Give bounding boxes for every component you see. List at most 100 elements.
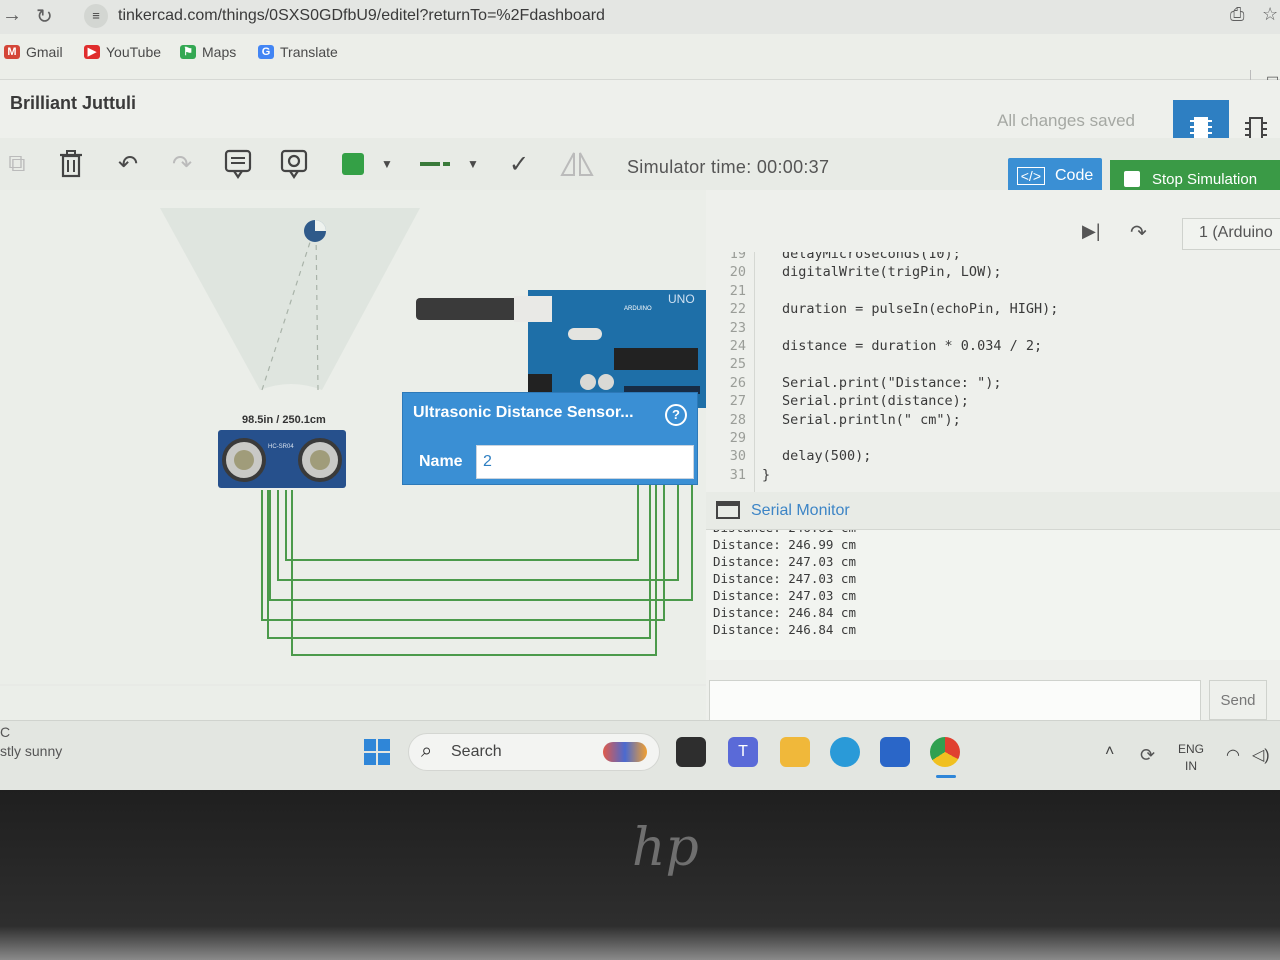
- delete-icon[interactable]: [56, 146, 86, 182]
- code-panel: ▶| ↷ 1 (Arduino 19 delayMicroseconds(10);…: [706, 190, 1280, 724]
- step-play-icon[interactable]: ▶|: [1082, 221, 1101, 242]
- component-inspector: Ultrasonic Distance Sensor... ? Name 2: [402, 392, 698, 485]
- code-line[interactable]: 31}: [706, 467, 1280, 485]
- wifi-icon[interactable]: ◠: [1226, 745, 1240, 765]
- site-settings-icon[interactable]: ≡: [84, 4, 108, 28]
- weather-temp[interactable]: C: [0, 724, 10, 740]
- browser-address-bar: → ↻ ≡ tinkercad.com/things/0SXS0GDfbU9/e…: [0, 0, 1280, 34]
- fill-color-button[interactable]: [340, 146, 366, 182]
- code-line[interactable]: 19 delayMicroseconds(10);: [706, 252, 1280, 264]
- region-code: IN: [1185, 759, 1197, 773]
- edge-icon[interactable]: [830, 737, 860, 767]
- code-editor[interactable]: 19 delayMicroseconds(10); 20 digitalWrite(t…: [706, 252, 1280, 492]
- forward-icon[interactable]: →: [2, 4, 22, 27]
- windows-start-icon[interactable]: [364, 739, 390, 765]
- serial-monitor-title[interactable]: Serial Monitor: [751, 502, 850, 520]
- code-line[interactable]: 28 Serial.println(" cm");: [706, 412, 1280, 430]
- code-line[interactable]: 25: [706, 356, 1280, 374]
- sensor-range-cone: [160, 208, 420, 390]
- url-text[interactable]: tinkercad.com/things/0SXS0GDfbU9/editel?…: [118, 7, 605, 25]
- weather-text[interactable]: stly sunny: [0, 743, 62, 759]
- line-number: 28: [729, 411, 746, 428]
- wire-type-button[interactable]: [418, 146, 452, 182]
- arduino-board[interactable]: UNO ARDUINO: [416, 290, 706, 408]
- design-title[interactable]: Brilliant Juttuli: [10, 93, 136, 114]
- language-code: ENG: [1178, 742, 1205, 756]
- stop-icon: [1124, 171, 1140, 187]
- sensor-model: HC-SR04: [268, 444, 294, 450]
- notes-icon[interactable]: [222, 146, 254, 182]
- line-number: 21: [729, 282, 746, 299]
- line-number: 19: [729, 252, 746, 262]
- teams-icon[interactable]: T: [728, 737, 758, 767]
- copy-icon[interactable]: ⧉: [2, 146, 32, 182]
- capacitor: [580, 374, 596, 390]
- step-over-icon[interactable]: ↷: [1130, 220, 1147, 245]
- line-number: 20: [729, 264, 746, 281]
- code-line[interactable]: 21: [706, 283, 1280, 301]
- code-line[interactable]: 20 digitalWrite(trigPin, LOW);: [706, 264, 1280, 282]
- serial-monitor-icon[interactable]: [716, 501, 740, 519]
- editor-toolbar: ⧉ ↶ ↷ ▼ ▼ ✓ Simulator time: 00:00:37 </>…: [0, 138, 1280, 198]
- reload-icon[interactable]: ↻: [36, 4, 53, 29]
- bookmark-gmail[interactable]: M Gmail: [4, 44, 63, 60]
- sensor-receiver: [298, 438, 342, 482]
- rotate-icon[interactable]: ✓: [504, 146, 534, 182]
- redo-icon[interactable]: ↷: [166, 146, 198, 182]
- bookmark-star-icon[interactable]: ☆: [1262, 4, 1278, 25]
- capacitor: [598, 374, 614, 390]
- bookmark-label: YouTube: [106, 44, 162, 60]
- chevron-down-icon[interactable]: ▼: [378, 146, 396, 182]
- youtube-icon: ▶: [84, 45, 100, 59]
- serial-monitor-output: Distance: 246.81 cm Distance: 246.99 cm Di…: [706, 530, 1280, 660]
- code-line[interactable]: 26 Serial.print("Distance: ");: [706, 375, 1280, 393]
- line-number: 24: [729, 338, 746, 354]
- chevron-down-icon[interactable]: ▼: [464, 146, 482, 182]
- translate-icon: G: [258, 45, 274, 59]
- chrome-icon[interactable]: [930, 737, 960, 767]
- code-text: Serial.println(" cm");: [782, 411, 961, 428]
- code-button[interactable]: </> Code: [1008, 158, 1102, 194]
- workplane-canvas[interactable]: 98.5in / 250.1cm HC-SR04 UNO ARDUINO Ult…: [0, 190, 706, 720]
- flip-icon[interactable]: [560, 146, 594, 182]
- serial-input[interactable]: [709, 680, 1201, 724]
- simulator-time: Simulator time: 00:00:37: [627, 157, 830, 177]
- volume-icon[interactable]: ◁): [1252, 745, 1270, 765]
- ultrasonic-sensor[interactable]: HC-SR04: [218, 430, 346, 488]
- help-icon[interactable]: ?: [665, 404, 687, 426]
- code-text: Serial.print(distance);: [782, 393, 969, 410]
- sync-icon[interactable]: ⟳: [1140, 745, 1155, 766]
- code-line[interactable]: 30 delay(500);: [706, 448, 1280, 466]
- name-input[interactable]: 2: [476, 445, 694, 479]
- name-label: Name: [419, 453, 463, 470]
- code-line[interactable]: 24 distance = duration * 0.034 / 2;: [706, 338, 1280, 356]
- chevron-up-icon[interactable]: ˄: [1105, 743, 1114, 761]
- code-text: distance = duration * 0.034 / 2;: [782, 338, 1043, 354]
- serial-output-line: Distance: 246.84 cm: [713, 622, 856, 637]
- code-line[interactable]: 27 Serial.print(distance);: [706, 393, 1280, 411]
- maps-icon: ⚑: [180, 45, 196, 59]
- code-icon: </>: [1016, 167, 1045, 185]
- bookmark-translate[interactable]: G Translate: [258, 44, 338, 60]
- taskbar-search[interactable]: ⌕ Search: [408, 733, 660, 771]
- code-line[interactable]: 22 duration = pulseIn(echoPin, HIGH);: [706, 301, 1280, 319]
- task-view-icon[interactable]: [676, 737, 706, 767]
- serial-output-line: Distance: 247.03 cm: [713, 571, 856, 586]
- code-line[interactable]: 23: [706, 320, 1280, 338]
- bookmark-maps[interactable]: ⚑ Maps: [180, 44, 236, 60]
- file-explorer-icon[interactable]: [780, 737, 810, 767]
- serial-output-line: Distance: 246.84 cm: [713, 605, 856, 620]
- code-line[interactable]: 29: [706, 430, 1280, 448]
- code-text: }: [762, 466, 771, 483]
- undo-icon[interactable]: ↶: [112, 146, 144, 182]
- bookmark-youtube[interactable]: ▶ YouTube: [84, 44, 161, 60]
- language-indicator[interactable]: ENG IN: [1178, 741, 1204, 775]
- send-button[interactable]: Send: [1209, 680, 1267, 720]
- active-app-indicator: [936, 775, 956, 778]
- install-app-icon[interactable]: ⎙: [1230, 4, 1244, 25]
- store-icon[interactable]: [880, 737, 910, 767]
- serial-output-line: Distance: 246.99 cm: [713, 537, 856, 552]
- device-select[interactable]: 1 (Arduino: [1182, 218, 1280, 250]
- serial-output-line: Distance: 247.03 cm: [713, 554, 856, 569]
- note-view-icon[interactable]: [278, 146, 310, 182]
